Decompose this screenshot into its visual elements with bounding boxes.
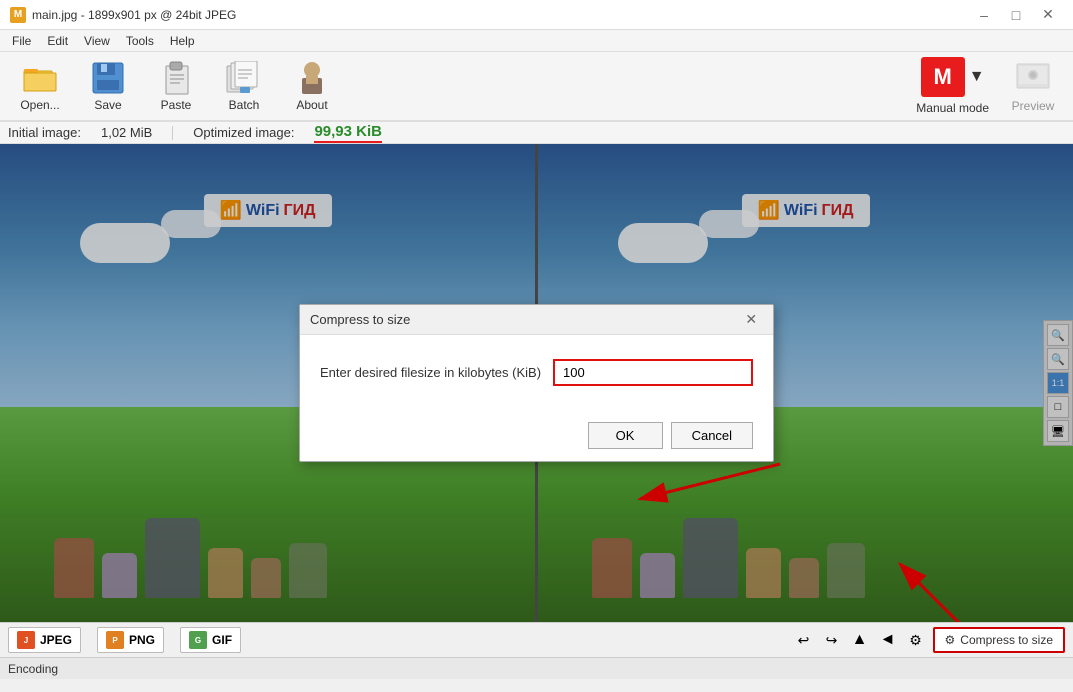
batch-label: Batch [229, 98, 260, 112]
minimize-button[interactable]: – [969, 5, 999, 25]
open-label: Open... [20, 98, 59, 112]
preview-label: Preview [1012, 99, 1055, 113]
open-button[interactable]: Open... [8, 55, 72, 117]
jpeg-icon: J [17, 631, 35, 649]
menu-file[interactable]: File [4, 32, 39, 50]
jpeg-button[interactable]: J JPEG [8, 627, 81, 653]
manual-mode-top: M ▼ [921, 57, 985, 97]
png-icon: P [106, 631, 124, 649]
gif-button[interactable]: G GIF [180, 627, 241, 653]
paste-label: Paste [161, 98, 192, 112]
bottom-toolbar: J JPEG P PNG G GIF ↩ ↪ ▲ ◄ ⚙ ⚙ Compress … [0, 622, 1073, 657]
gif-label: GIF [212, 633, 232, 647]
title-bar: M main.jpg - 1899x901 px @ 24bit JPEG – … [0, 0, 1073, 30]
maximize-button[interactable]: □ [1001, 5, 1031, 25]
compress-icon: ⚙ [945, 633, 956, 647]
batch-button[interactable]: Batch [212, 55, 276, 117]
save-icon [90, 60, 126, 96]
compress-label: Compress to size [960, 633, 1053, 647]
initial-image-label: Initial image: [8, 125, 81, 140]
window-controls: – □ ✕ [969, 5, 1063, 25]
dialog-overlay: Compress to size ✕ Enter desired filesiz… [0, 144, 1073, 622]
batch-icon [226, 60, 262, 96]
paste-button[interactable]: Paste [144, 55, 208, 117]
dialog-prompt-label: Enter desired filesize in kilobytes (KiB… [320, 365, 541, 380]
gif-icon: G [189, 631, 207, 649]
download-button[interactable]: ◄ [877, 629, 899, 651]
dialog-body: Enter desired filesize in kilobytes (KiB… [300, 335, 773, 410]
encoding-label: Encoding [8, 662, 58, 676]
manual-mode-section: M ▼ Manual mode [916, 57, 989, 115]
manual-mode-dropdown[interactable]: ▼ [969, 68, 985, 86]
redo-button[interactable]: ↪ [821, 629, 843, 651]
png-button[interactable]: P PNG [97, 627, 164, 653]
about-icon [294, 60, 330, 96]
app-title: main.jpg - 1899x901 px @ 24bit JPEG [32, 8, 236, 22]
status-bar: Initial image: 1,02 MiB Optimized image:… [0, 122, 1073, 144]
save-button[interactable]: Save [76, 55, 140, 117]
dialog-footer: OK Cancel [300, 410, 773, 461]
bottom-right-actions: ↩ ↪ ▲ ◄ ⚙ ⚙ Compress to size [793, 627, 1065, 653]
manual-mode-label: Manual mode [916, 101, 989, 115]
about-label: About [296, 98, 327, 112]
png-label: PNG [129, 633, 155, 647]
paste-icon [158, 60, 194, 96]
optimized-image-label: Optimized image: [193, 125, 294, 140]
manual-mode-badge: M [921, 57, 965, 97]
optimized-image-value: 99,93 KiB [314, 123, 382, 143]
about-button[interactable]: About [280, 55, 344, 117]
menu-bar: File Edit View Tools Help [0, 30, 1073, 52]
preview-button[interactable]: Preview [1001, 55, 1065, 117]
undo-button[interactable]: ↩ [793, 629, 815, 651]
toolbar: Open... Save Paste [0, 52, 1073, 122]
menu-view[interactable]: View [76, 32, 118, 50]
app-icon: M [10, 7, 26, 23]
close-button[interactable]: ✕ [1033, 5, 1063, 25]
dialog-close-button[interactable]: ✕ [739, 309, 763, 330]
compress-to-size-button[interactable]: ⚙ Compress to size [933, 627, 1065, 653]
dialog-title: Compress to size [310, 312, 410, 327]
jpeg-label: JPEG [40, 633, 72, 647]
preview-icon [1015, 59, 1051, 95]
compress-dialog: Compress to size ✕ Enter desired filesiz… [299, 304, 774, 462]
filesize-input[interactable] [553, 359, 753, 386]
menu-edit[interactable]: Edit [39, 32, 76, 50]
initial-image-value: 1,02 MiB [101, 125, 152, 140]
menu-tools[interactable]: Tools [118, 32, 162, 50]
title-bar-left: M main.jpg - 1899x901 px @ 24bit JPEG [10, 7, 236, 23]
status-divider [172, 126, 173, 140]
save-label: Save [94, 98, 121, 112]
open-icon [22, 60, 58, 96]
settings-icon[interactable]: ⚙ [905, 629, 927, 651]
dialog-titlebar: Compress to size ✕ [300, 305, 773, 335]
dialog-cancel-button[interactable]: Cancel [671, 422, 753, 449]
upload-button[interactable]: ▲ [849, 629, 871, 651]
menu-help[interactable]: Help [162, 32, 203, 50]
encoding-bar: Encoding [0, 657, 1073, 679]
dialog-ok-button[interactable]: OK [588, 422, 663, 449]
